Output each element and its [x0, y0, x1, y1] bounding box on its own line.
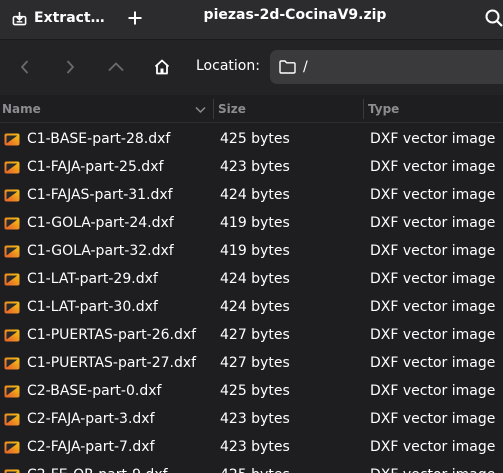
- file-name: C1-GOLA-part-24.dxf: [27, 215, 174, 231]
- file-row[interactable]: C1-FAJAS-part-31.dxf 424 bytes DXF vector …: [0, 182, 503, 210]
- file-type: DXF vector image: [370, 411, 496, 427]
- file-size: 424 bytes: [220, 187, 290, 203]
- dxf-file-icon: [4, 301, 20, 314]
- file-name: C1-GOLA-part-32.dxf: [27, 243, 174, 259]
- file-name: C2-FE-OR-part-9.dxf: [27, 467, 168, 473]
- dxf-file-icon: [4, 413, 20, 426]
- file-type: DXF vector image: [370, 327, 496, 343]
- extract-button[interactable]: Extract…: [0, 3, 112, 33]
- file-type: DXF vector image: [370, 299, 496, 315]
- file-size: 419 bytes: [220, 215, 290, 231]
- file-row[interactable]: C1-LAT-part-29.dxf 424 bytes DXF vector im…: [0, 266, 503, 294]
- column-divider[interactable]: [363, 99, 364, 119]
- home-button[interactable]: [151, 56, 173, 78]
- dxf-file-icon: [4, 189, 20, 202]
- location-bar: Location: /: [0, 40, 503, 95]
- window-title: piezas-2d-CocinaV9.zip: [203, 7, 387, 23]
- up-button[interactable]: [105, 56, 127, 78]
- file-row[interactable]: C1-PUERTAS-part-27.dxf 427 bytes DXF vecto…: [0, 350, 503, 378]
- up-arrow-icon: [108, 62, 124, 72]
- file-type: DXF vector image: [370, 131, 496, 147]
- file-name: C1-FAJA-part-25.dxf: [27, 159, 164, 175]
- chevron-down-icon[interactable]: [195, 106, 206, 114]
- column-header-row: Name Size Type: [0, 96, 503, 123]
- file-size: 427 bytes: [220, 355, 290, 371]
- location-field[interactable]: /: [270, 50, 503, 84]
- file-row[interactable]: C2-FE-OR-part-9.dxf 425 bytes DXF vector i…: [0, 462, 503, 473]
- file-name: C1-PUERTAS-part-27.dxf: [27, 355, 197, 371]
- location-label: Location:: [196, 58, 260, 74]
- file-type: DXF vector image: [370, 467, 495, 473]
- home-icon: [154, 59, 170, 75]
- archive-extract-icon: [12, 11, 27, 25]
- file-row[interactable]: C1-FAJA-part-25.dxf 423 bytes DXF vector i…: [0, 154, 503, 182]
- file-name: C1-PUERTAS-part-26.dxf: [27, 327, 197, 343]
- file-name: C1-LAT-part-30.dxf: [27, 299, 158, 315]
- dxf-file-icon: [4, 469, 20, 473]
- file-type: DXF vector image: [370, 215, 496, 231]
- file-type: DXF vector image: [370, 159, 496, 175]
- file-size: 424 bytes: [220, 299, 290, 315]
- dxf-file-icon: [4, 273, 20, 286]
- file-name: C2-BASE-part-0.dxf: [27, 383, 162, 399]
- file-size: 423 bytes: [220, 159, 290, 175]
- dxf-file-icon: [4, 217, 20, 230]
- file-size: 424 bytes: [220, 271, 290, 287]
- dxf-file-icon: [4, 441, 20, 454]
- file-name: C1-FAJAS-part-31.dxf: [27, 187, 173, 203]
- file-row[interactable]: C2-BASE-part-0.dxf 425 bytes DXF vector im…: [0, 378, 503, 406]
- archive-manager-window: Extract… piezas-2d-CocinaV9.zip Location…: [0, 0, 503, 473]
- file-list: C1-BASE-part-28.dxf 425 bytes DXF vector i…: [0, 126, 503, 473]
- search-icon: [485, 9, 503, 27]
- column-header-size[interactable]: Size: [218, 102, 246, 116]
- column-header-type[interactable]: Type: [368, 102, 399, 116]
- dxf-file-icon: [4, 161, 20, 174]
- file-size: 419 bytes: [220, 243, 290, 259]
- extract-label: Extract…: [34, 10, 105, 26]
- file-size: 427 bytes: [220, 327, 290, 343]
- column-divider[interactable]: [213, 99, 214, 119]
- file-row[interactable]: C1-GOLA-part-32.dxf 419 bytes DXF vector i…: [0, 238, 503, 266]
- file-name: C1-BASE-part-28.dxf: [27, 131, 171, 147]
- dxf-file-icon: [4, 245, 20, 258]
- dxf-file-icon: [4, 357, 20, 370]
- dxf-file-icon: [4, 329, 20, 342]
- file-row[interactable]: C2-FAJA-part-3.dxf 423 bytes DXF vector im…: [0, 406, 503, 434]
- file-name: C2-FAJA-part-3.dxf: [27, 411, 155, 427]
- file-row[interactable]: C1-LAT-part-30.dxf 424 bytes DXF vector im…: [0, 294, 503, 322]
- plus-icon: [128, 11, 142, 25]
- column-header-name[interactable]: Name: [2, 102, 41, 116]
- file-size: 425 bytes: [220, 383, 290, 399]
- file-row[interactable]: C1-GOLA-part-24.dxf 419 bytes DXF vector i…: [0, 210, 503, 238]
- header-bar: Extract… piezas-2d-CocinaV9.zip: [0, 0, 503, 40]
- file-row[interactable]: C2-FAJA-part-7.dxf 423 bytes DXF vector im…: [0, 434, 503, 462]
- file-size: 425 bytes: [220, 131, 290, 147]
- back-button[interactable]: [14, 56, 36, 78]
- file-name: C2-FAJA-part-7.dxf: [27, 439, 155, 455]
- new-archive-button[interactable]: [122, 6, 148, 30]
- file-name: C1-LAT-part-29.dxf: [27, 271, 158, 287]
- forward-arrow-icon: [66, 60, 75, 74]
- file-size: 425 bytes: [220, 467, 290, 473]
- back-arrow-icon: [20, 60, 29, 74]
- file-type: DXF vector image: [370, 355, 496, 371]
- location-path: /: [303, 59, 308, 75]
- search-button[interactable]: [484, 8, 503, 28]
- file-type: DXF vector image: [370, 271, 496, 287]
- file-type: DXF vector image: [370, 439, 496, 455]
- folder-icon: [279, 60, 296, 74]
- file-row[interactable]: C1-BASE-part-28.dxf 425 bytes DXF vector i…: [0, 126, 503, 154]
- file-type: DXF vector image: [370, 187, 496, 203]
- dxf-file-icon: [4, 133, 20, 146]
- dxf-file-icon: [4, 385, 20, 398]
- file-row[interactable]: C1-PUERTAS-part-26.dxf 427 bytes DXF vecto…: [0, 322, 503, 350]
- file-type: DXF vector image: [370, 383, 496, 399]
- file-type: DXF vector image: [370, 243, 496, 259]
- forward-button[interactable]: [59, 56, 81, 78]
- file-size: 423 bytes: [220, 439, 290, 455]
- file-size: 423 bytes: [220, 411, 290, 427]
